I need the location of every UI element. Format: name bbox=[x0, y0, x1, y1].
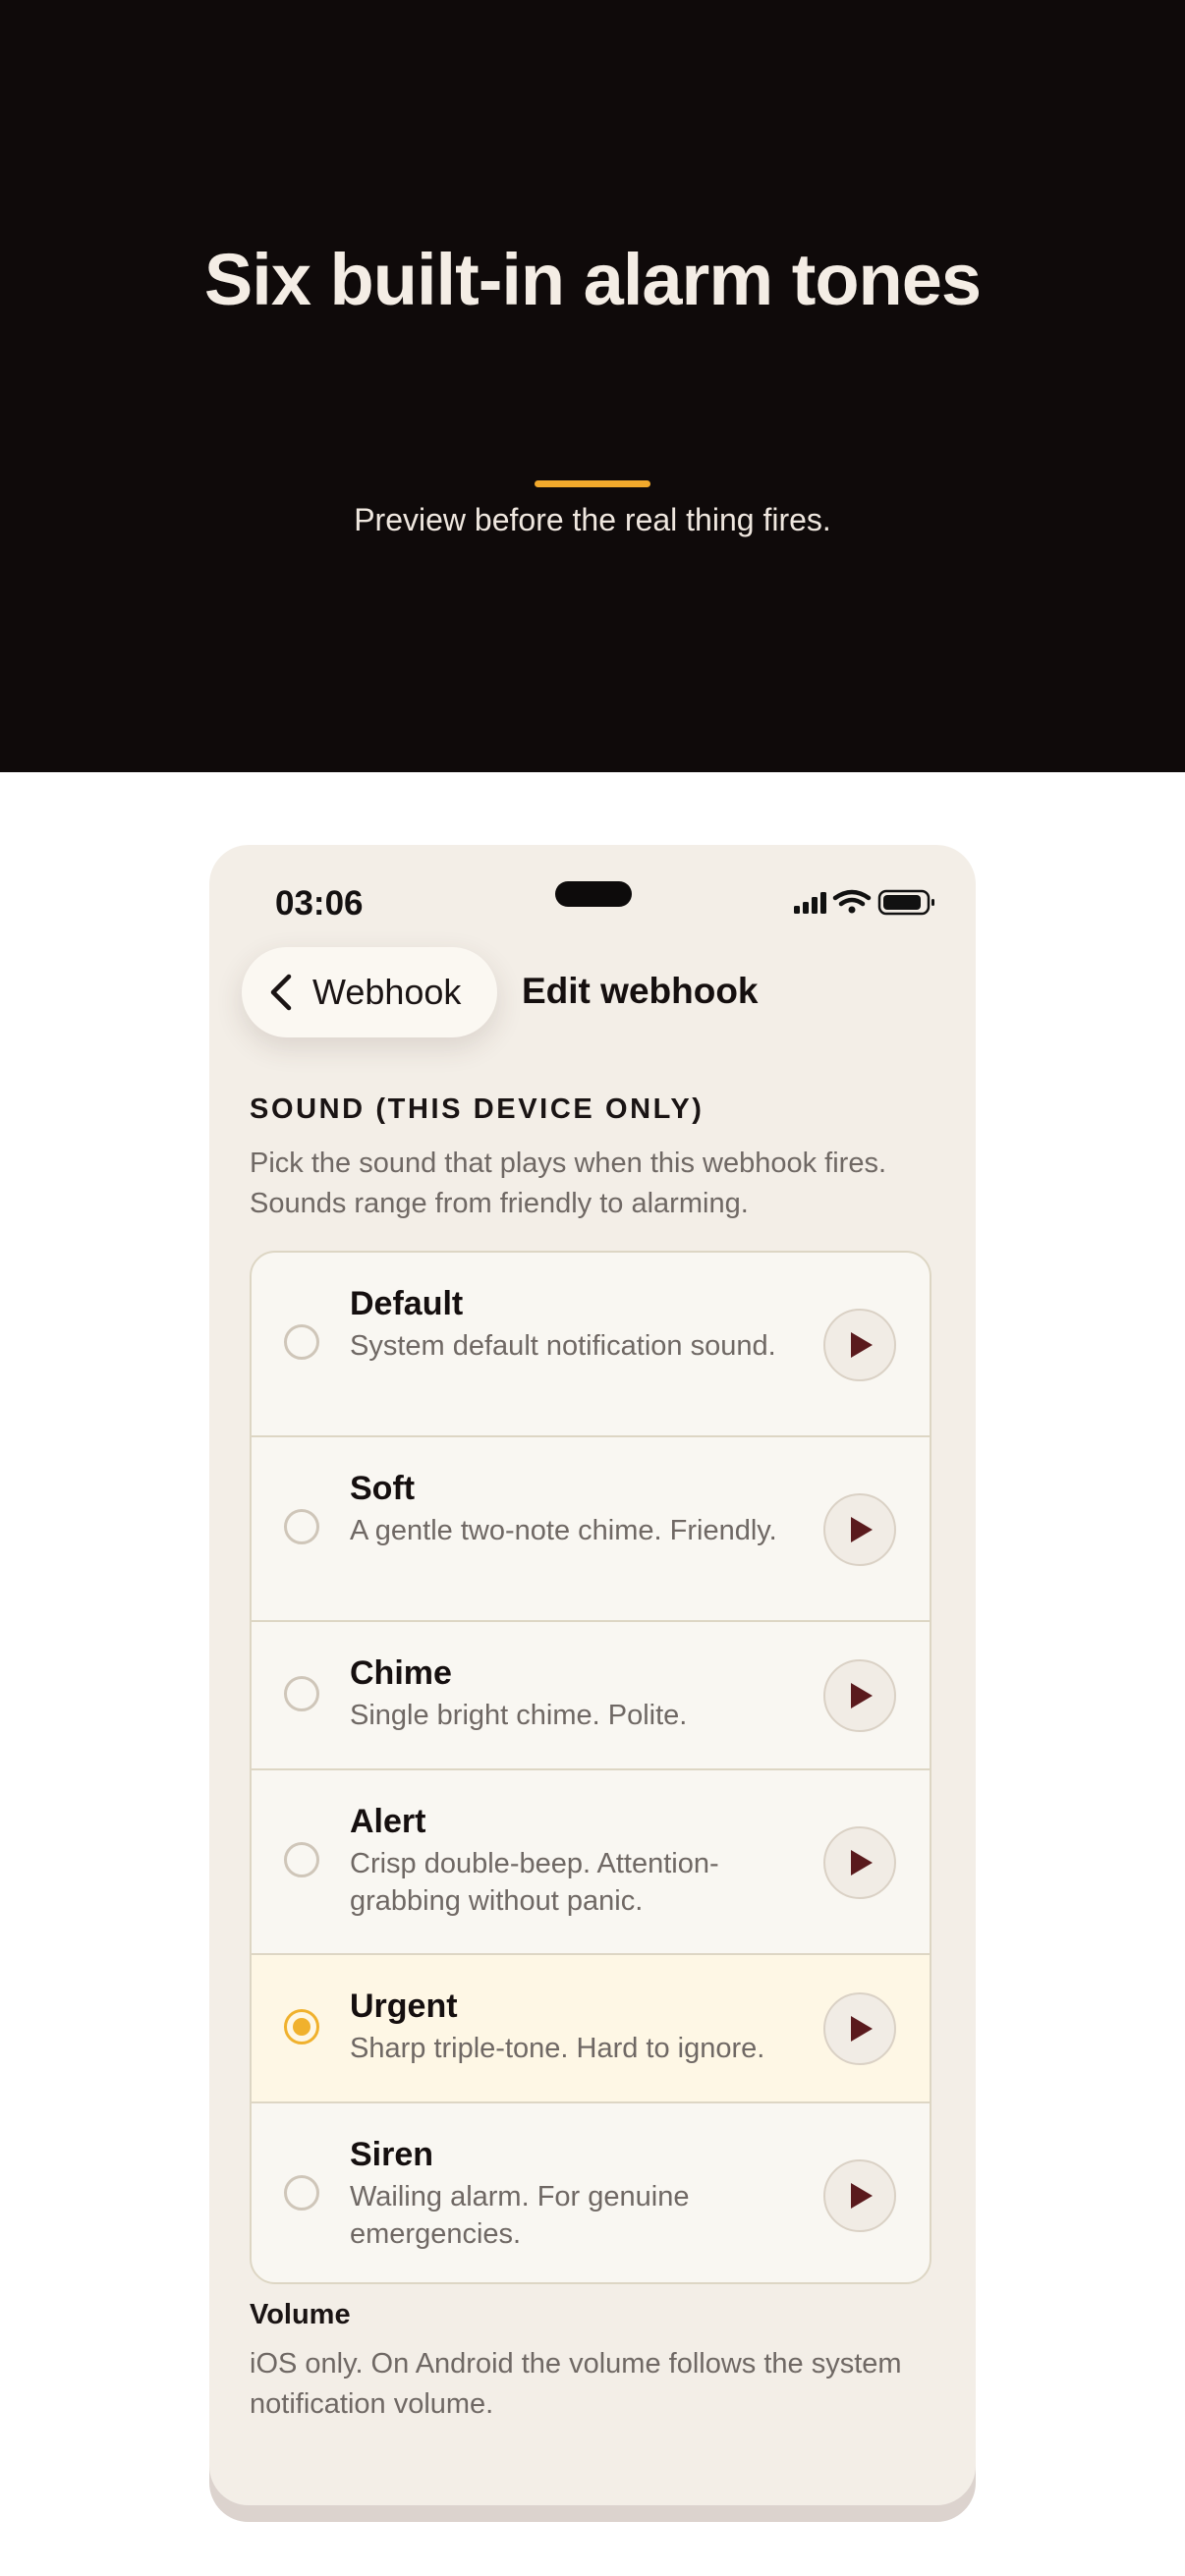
play-preview-button[interactable] bbox=[823, 2159, 896, 2232]
play-preview-button[interactable] bbox=[823, 1309, 896, 1381]
chevron-left-icon bbox=[270, 974, 292, 1011]
volume-description: iOS only. On Android the volume follows … bbox=[250, 2348, 902, 2420]
sound-option-urgent[interactable]: Urgent Sharp triple-tone. Hard to ignore… bbox=[252, 1955, 930, 2103]
sound-option-description: System default notification sound. bbox=[350, 1330, 776, 1362]
sound-option-soft[interactable]: Soft A gentle two-note chime. Friendly. bbox=[252, 1437, 930, 1622]
back-button-label: Webhook bbox=[312, 972, 462, 1012]
play-preview-button[interactable] bbox=[823, 1992, 896, 2065]
sound-option-siren[interactable]: Siren Wailing alarm. For genuine emergen… bbox=[252, 2103, 930, 2282]
radio-button[interactable] bbox=[284, 1509, 319, 1544]
play-icon bbox=[851, 2016, 873, 2042]
phone-screen: 03:06 Webhook Edit webhook SOUND (THIS D… bbox=[209, 845, 976, 2505]
hero-banner: Six built-in alarm tones Preview before … bbox=[0, 0, 1185, 772]
play-preview-button[interactable] bbox=[823, 1659, 896, 1732]
sound-option-chime[interactable]: Chime Single bright chime. Polite. bbox=[252, 1622, 930, 1770]
battery-icon bbox=[877, 889, 934, 916]
sound-section-description: Pick the sound that plays when this webh… bbox=[250, 1148, 887, 1219]
radio-button[interactable] bbox=[284, 1842, 319, 1877]
page-title: Edit webhook bbox=[522, 971, 759, 1011]
sound-option-alert[interactable]: Alert Crisp double-beep. Attention-grabb… bbox=[252, 1770, 930, 1955]
radio-button-selected[interactable] bbox=[284, 2009, 319, 2044]
volume-label: Volume bbox=[250, 2299, 351, 2330]
back-button[interactable]: Webhook bbox=[242, 947, 497, 1037]
sound-option-title: Chime bbox=[350, 1654, 452, 1692]
dynamic-island bbox=[555, 881, 632, 907]
play-icon bbox=[851, 1683, 873, 1708]
radio-button[interactable] bbox=[284, 1324, 319, 1360]
play-icon bbox=[851, 1850, 873, 1876]
status-icons bbox=[781, 888, 948, 918]
sound-option-description: A gentle two-note chime. Friendly. bbox=[350, 1515, 777, 1546]
play-icon bbox=[851, 2183, 873, 2209]
sound-option-description: Sharp triple-tone. Hard to ignore. bbox=[350, 2033, 765, 2064]
play-preview-button[interactable] bbox=[823, 1826, 896, 1899]
play-icon bbox=[851, 1332, 873, 1358]
hero-subtitle: Preview before the real thing fires. bbox=[354, 502, 831, 537]
sound-option-description: Crisp double-beep. Attention-grabbing wi… bbox=[350, 1848, 719, 1917]
signal-icon bbox=[794, 892, 826, 914]
sound-options-list: Default System default notification soun… bbox=[250, 1251, 931, 2284]
status-time: 03:06 bbox=[275, 884, 364, 923]
sound-option-title: Alert bbox=[350, 1803, 426, 1840]
sound-option-default[interactable]: Default System default notification soun… bbox=[252, 1253, 930, 1437]
sound-option-description: Wailing alarm. For genuine emergencies. bbox=[350, 2181, 690, 2250]
play-icon bbox=[851, 1517, 873, 1542]
hero-title: Six built-in alarm tones bbox=[203, 239, 982, 320]
sound-section-heading: SOUND (THIS DEVICE ONLY) bbox=[250, 1093, 705, 1125]
sound-option-title: Siren bbox=[350, 2136, 434, 2173]
hero-accent-bar bbox=[535, 480, 650, 487]
sound-option-title: Soft bbox=[350, 1470, 416, 1507]
radio-button[interactable] bbox=[284, 2175, 319, 2211]
sound-option-description: Single bright chime. Polite. bbox=[350, 1700, 688, 1731]
sound-option-title: Default bbox=[350, 1285, 464, 1322]
radio-button[interactable] bbox=[284, 1676, 319, 1711]
play-preview-button[interactable] bbox=[823, 1493, 896, 1566]
wifi-icon bbox=[832, 889, 872, 914]
sound-option-title: Urgent bbox=[350, 1988, 458, 2025]
